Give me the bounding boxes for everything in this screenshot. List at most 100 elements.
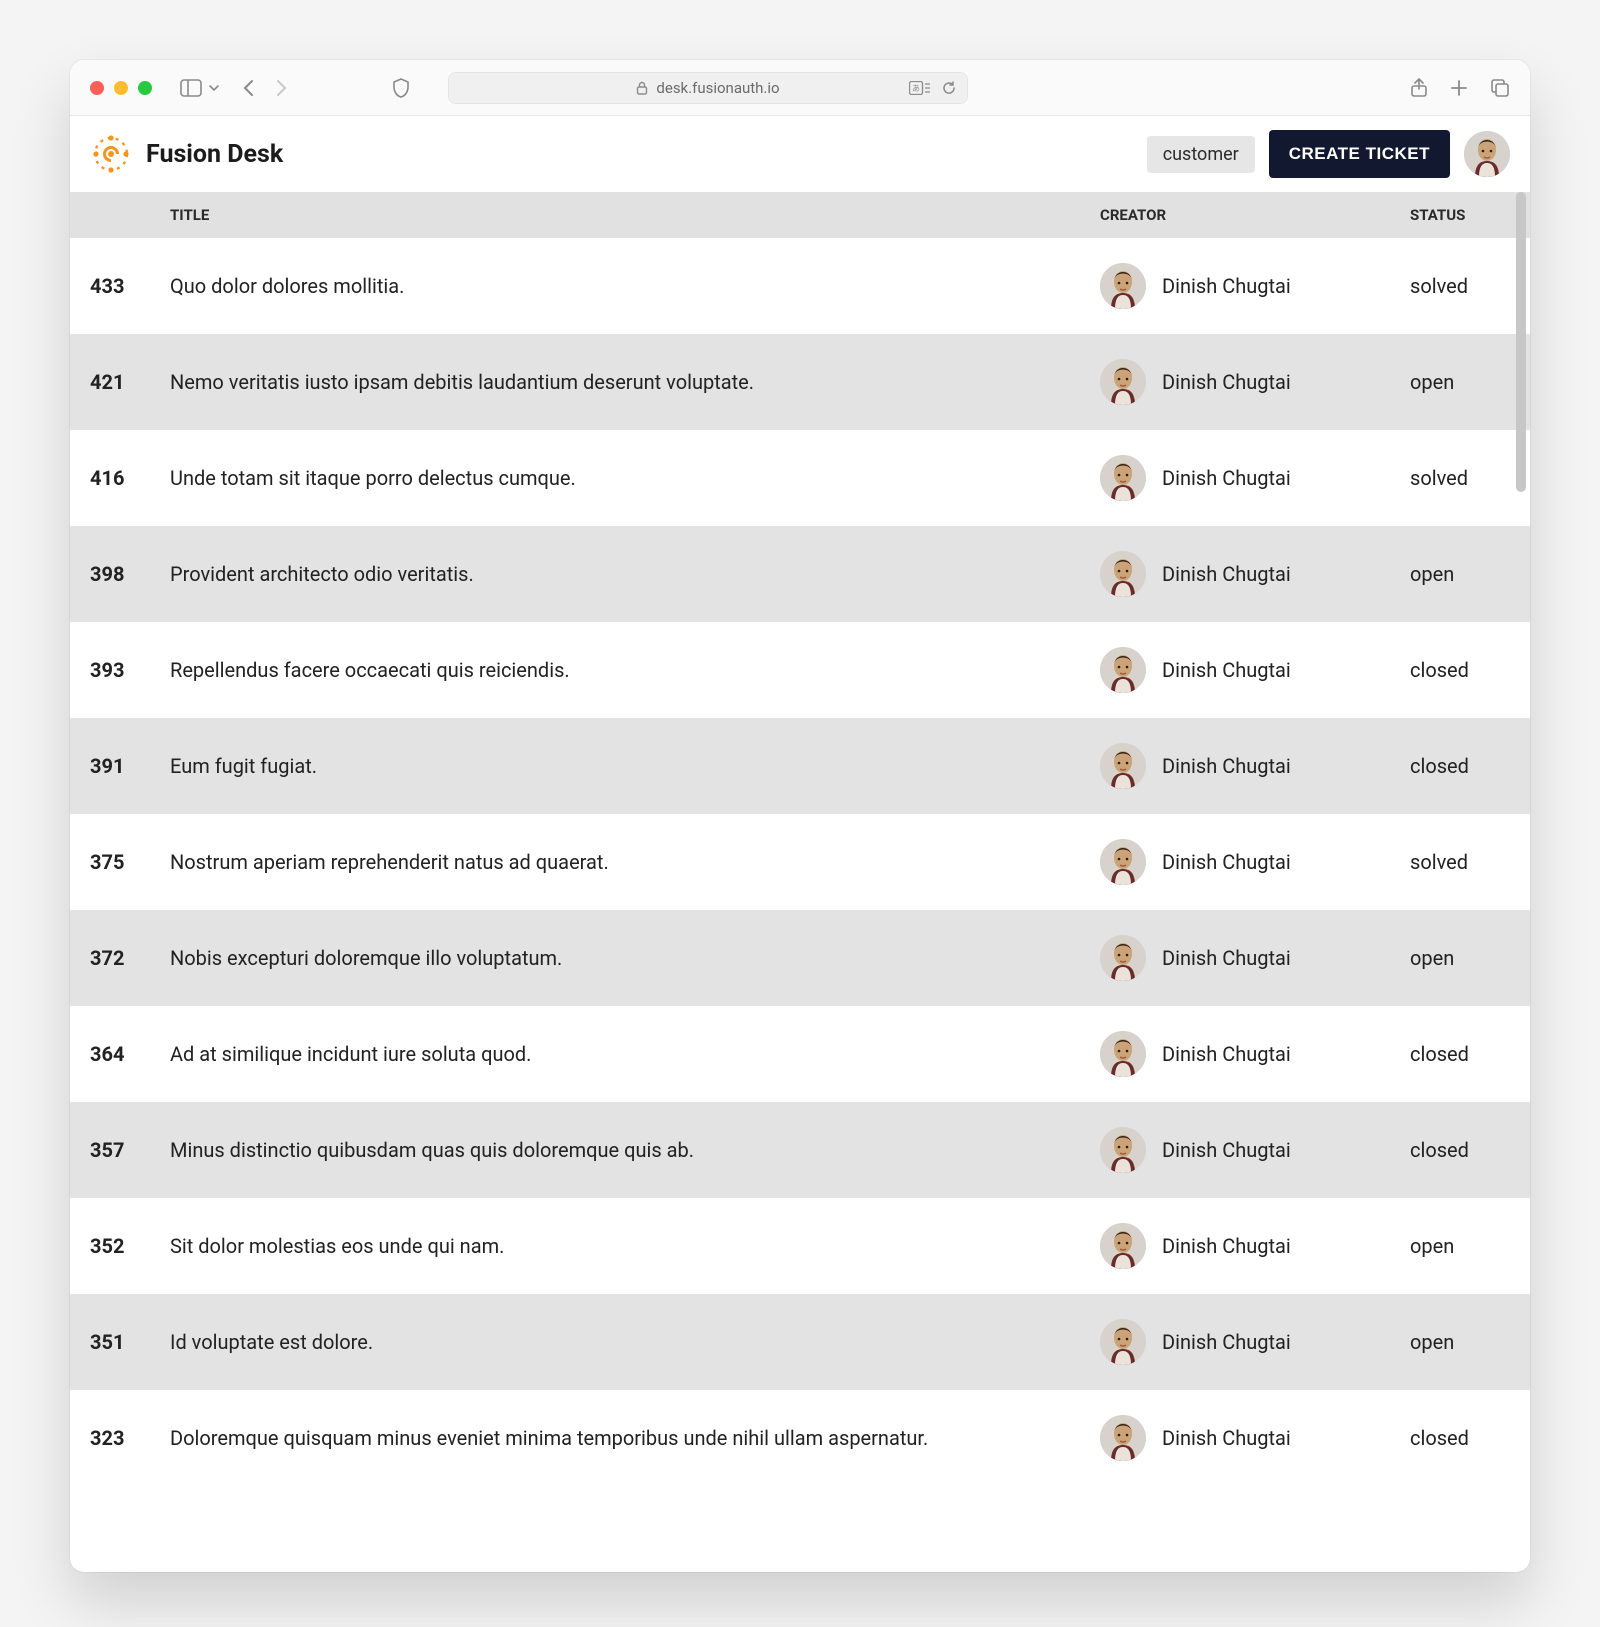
ticket-status: open xyxy=(1410,526,1530,622)
reload-icon[interactable] xyxy=(941,80,957,96)
table-row[interactable]: 357Minus distinctio quibusdam quas quis … xyxy=(70,1102,1530,1198)
table-row[interactable]: 323Doloremque quisquam minus eveniet min… xyxy=(70,1390,1530,1486)
table-row[interactable]: 352Sit dolor molestias eos unde qui nam.… xyxy=(70,1198,1530,1294)
role-badge: customer xyxy=(1147,136,1255,173)
table-row[interactable]: 364Ad at similique incidunt iure soluta … xyxy=(70,1006,1530,1102)
window-close-icon[interactable] xyxy=(90,81,104,95)
ticket-creator-cell: Dinish Chugtai xyxy=(1100,718,1410,814)
creator-avatar xyxy=(1100,263,1146,309)
ticket-title: Eum fugit fugiat. xyxy=(170,718,1100,814)
browser-titlebar: desk.fusionauth.io あ xyxy=(70,60,1530,116)
creator-name: Dinish Chugtai xyxy=(1162,658,1291,682)
creator-name: Dinish Chugtai xyxy=(1162,370,1291,394)
new-tab-icon[interactable] xyxy=(1450,79,1468,97)
ticket-status: open xyxy=(1410,334,1530,430)
creator-name: Dinish Chugtai xyxy=(1162,1234,1291,1258)
table-row[interactable]: 421Nemo veritatis iusto ipsam debitis la… xyxy=(70,334,1530,430)
creator-name: Dinish Chugtai xyxy=(1162,562,1291,586)
creator-avatar xyxy=(1100,359,1146,405)
ticket-id: 375 xyxy=(70,814,170,910)
ticket-title: Sit dolor molestias eos unde qui nam. xyxy=(170,1198,1100,1294)
share-icon[interactable] xyxy=(1410,78,1428,98)
table-row[interactable]: 351Id voluptate est dolore. Dinish Chugta… xyxy=(70,1294,1530,1390)
create-ticket-button[interactable]: CREATE TICKET xyxy=(1269,130,1450,178)
chevron-down-icon[interactable] xyxy=(208,82,220,94)
ticket-creator-cell: Dinish Chugtai xyxy=(1100,910,1410,1006)
col-header-title[interactable]: TITLE xyxy=(170,192,1100,238)
ticket-id: 398 xyxy=(70,526,170,622)
ticket-id: 323 xyxy=(70,1390,170,1486)
table-row[interactable]: 372Nobis excepturi doloremque illo volup… xyxy=(70,910,1530,1006)
ticket-creator-cell: Dinish Chugtai xyxy=(1100,430,1410,526)
scrollbar-thumb[interactable] xyxy=(1516,192,1526,492)
window-minimize-icon[interactable] xyxy=(114,81,128,95)
ticket-creator-cell: Dinish Chugtai xyxy=(1100,238,1410,334)
svg-text:あ: あ xyxy=(912,84,920,93)
tickets-table: TITLE CREATOR STATUS 433Quo dolor dolore… xyxy=(70,192,1530,1486)
creator-name: Dinish Chugtai xyxy=(1162,1330,1291,1354)
table-row[interactable]: 375Nostrum aperiam reprehenderit natus a… xyxy=(70,814,1530,910)
ticket-status: closed xyxy=(1410,1102,1530,1198)
creator-name: Dinish Chugtai xyxy=(1162,466,1291,490)
user-avatar[interactable] xyxy=(1464,131,1510,177)
ticket-status: closed xyxy=(1410,1390,1530,1486)
scrollbar-track xyxy=(1516,192,1526,1572)
creator-name: Dinish Chugtai xyxy=(1162,1042,1291,1066)
ticket-title: Unde totam sit itaque porro delectus cum… xyxy=(170,430,1100,526)
content-viewport: TITLE CREATOR STATUS 433Quo dolor dolore… xyxy=(70,192,1530,1572)
address-url: desk.fusionauth.io xyxy=(656,79,779,97)
ticket-id: 433 xyxy=(70,238,170,334)
tabs-overview-icon[interactable] xyxy=(1490,78,1510,98)
table-header-row: TITLE CREATOR STATUS xyxy=(70,192,1530,238)
ticket-creator-cell: Dinish Chugtai xyxy=(1100,622,1410,718)
ticket-title: Id voluptate est dolore. xyxy=(170,1294,1100,1390)
creator-avatar xyxy=(1100,1223,1146,1269)
ticket-creator-cell: Dinish Chugtai xyxy=(1100,1006,1410,1102)
ticket-id: 393 xyxy=(70,622,170,718)
creator-avatar xyxy=(1100,647,1146,693)
ticket-title: Doloremque quisquam minus eveniet minima… xyxy=(170,1390,1100,1486)
ticket-title: Nostrum aperiam reprehenderit natus ad q… xyxy=(170,814,1100,910)
table-row[interactable]: 433Quo dolor dolores mollitia.Dinish Chu… xyxy=(70,238,1530,334)
creator-name: Dinish Chugtai xyxy=(1162,754,1291,778)
ticket-creator-cell: Dinish Chugtai xyxy=(1100,334,1410,430)
creator-avatar xyxy=(1100,935,1146,981)
browser-window: desk.fusionauth.io あ xyxy=(70,60,1530,1572)
app-header: Fusion Desk customer CREATE TICKET xyxy=(70,116,1530,192)
sidebar-toggle-icon[interactable] xyxy=(180,79,202,97)
ticket-status: open xyxy=(1410,1294,1530,1390)
address-bar[interactable]: desk.fusionauth.io あ xyxy=(448,72,968,104)
col-header-status[interactable]: STATUS xyxy=(1410,192,1530,238)
ticket-id: 416 xyxy=(70,430,170,526)
lock-icon xyxy=(636,81,648,95)
ticket-creator-cell: Dinish Chugtai xyxy=(1100,1294,1410,1390)
col-header-creator[interactable]: CREATOR xyxy=(1100,192,1410,238)
ticket-creator-cell: Dinish Chugtai xyxy=(1100,814,1410,910)
ticket-status: closed xyxy=(1410,1006,1530,1102)
ticket-id: 421 xyxy=(70,334,170,430)
creator-avatar xyxy=(1100,1415,1146,1461)
table-row[interactable]: 391Eum fugit fugiat.Dinish Chugtaiclosed xyxy=(70,718,1530,814)
nav-back-icon[interactable] xyxy=(242,79,256,97)
ticket-title: Repellendus facere occaecati quis reicie… xyxy=(170,622,1100,718)
ticket-status: solved xyxy=(1410,430,1530,526)
creator-name: Dinish Chugtai xyxy=(1162,1138,1291,1162)
window-controls xyxy=(90,81,152,95)
ticket-title: Nemo veritatis iusto ipsam debitis lauda… xyxy=(170,334,1100,430)
ticket-status: solved xyxy=(1410,238,1530,334)
table-row[interactable]: 398Provident architecto odio veritatis.D… xyxy=(70,526,1530,622)
ticket-id: 357 xyxy=(70,1102,170,1198)
ticket-title: Nobis excepturi doloremque illo voluptat… xyxy=(170,910,1100,1006)
reader-icon[interactable]: あ xyxy=(909,81,931,95)
nav-forward-icon[interactable] xyxy=(274,79,288,97)
privacy-shield-icon[interactable] xyxy=(392,78,410,98)
ticket-title: Ad at similique incidunt iure soluta quo… xyxy=(170,1006,1100,1102)
ticket-status: open xyxy=(1410,1198,1530,1294)
creator-avatar xyxy=(1100,551,1146,597)
table-row[interactable]: 416Unde totam sit itaque porro delectus … xyxy=(70,430,1530,526)
ticket-id: 391 xyxy=(70,718,170,814)
creator-avatar xyxy=(1100,743,1146,789)
ticket-id: 351 xyxy=(70,1294,170,1390)
window-zoom-icon[interactable] xyxy=(138,81,152,95)
table-row[interactable]: 393Repellendus facere occaecati quis rei… xyxy=(70,622,1530,718)
